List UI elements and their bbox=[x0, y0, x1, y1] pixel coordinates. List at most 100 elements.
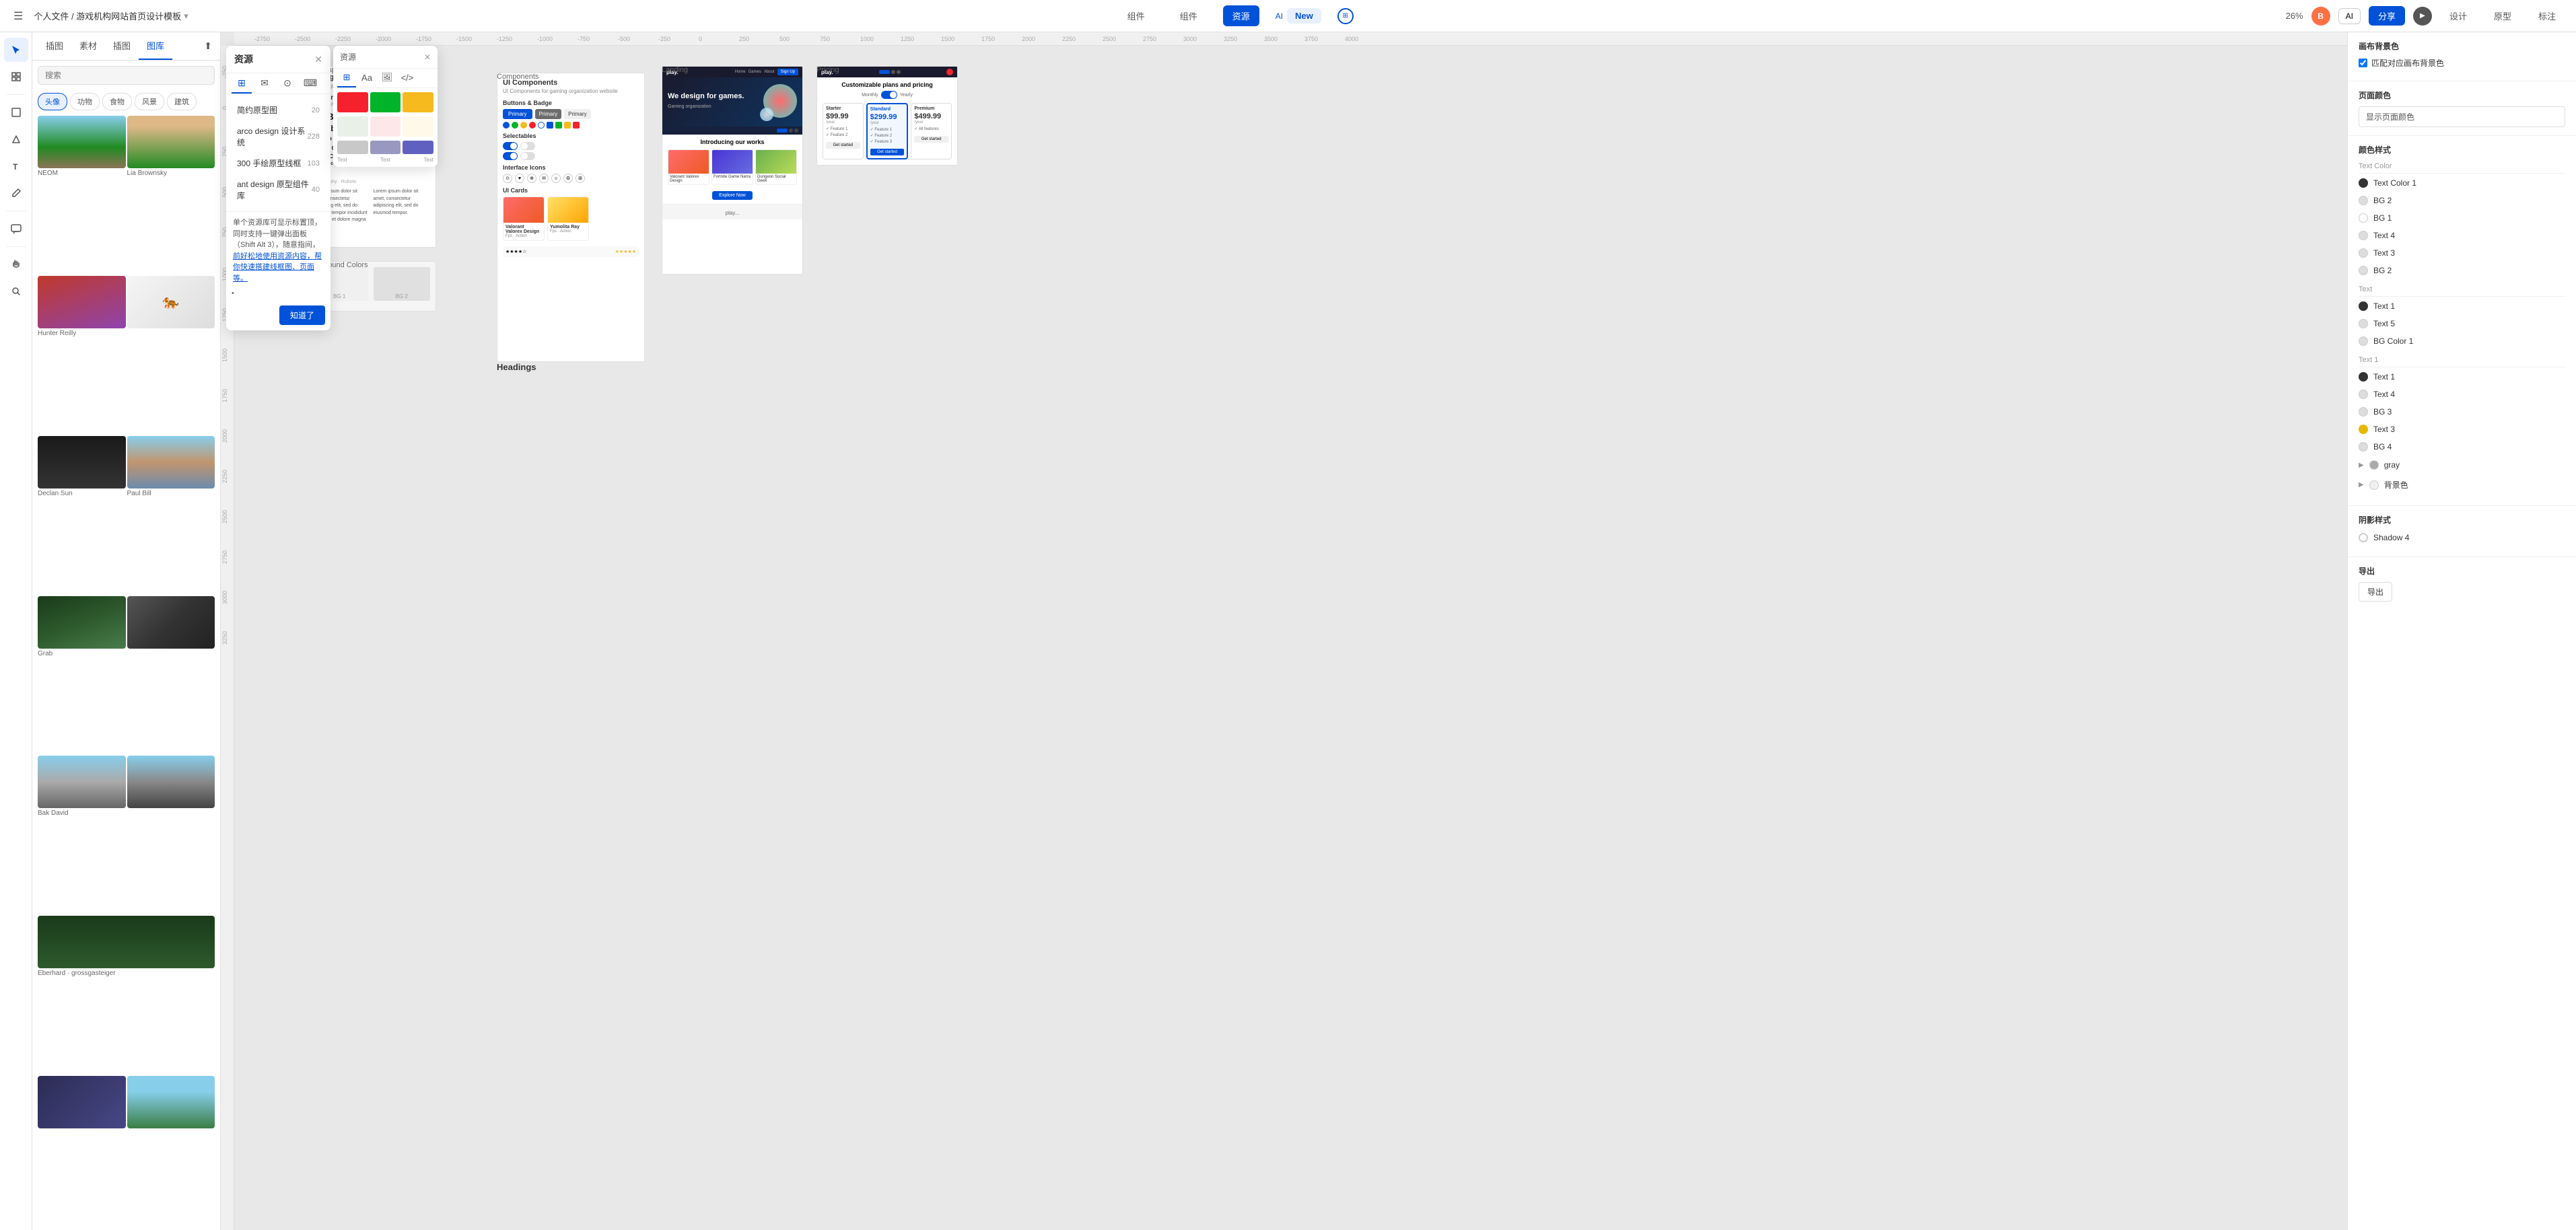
asset-sub-tab-component[interactable]: ⊞ bbox=[337, 69, 356, 87]
list-item[interactable]: Grab bbox=[38, 596, 126, 755]
icon-1[interactable]: ⊙ bbox=[503, 174, 512, 183]
frame-tool[interactable] bbox=[4, 65, 28, 89]
plan-btn-premium[interactable]: Get started bbox=[914, 136, 948, 143]
res-item-3[interactable]: ant design 原型组件库 40 bbox=[232, 174, 325, 206]
text-tool[interactable]: T bbox=[4, 154, 28, 178]
res-desc-link[interactable]: 前好松地使用资源内容，帮你快速搭建线框图、页面等。 bbox=[233, 252, 322, 283]
style-row-shadow-4[interactable]: Shadow 4 bbox=[2359, 531, 2565, 544]
icon-5[interactable]: ☺ bbox=[551, 174, 561, 183]
list-item[interactable]: Eberhard · grossgasteiger bbox=[38, 916, 215, 1075]
style-row-text-1[interactable]: Text 1 bbox=[2359, 299, 2565, 313]
icon-3[interactable]: ⊕ bbox=[527, 174, 536, 183]
list-item[interactable] bbox=[127, 1076, 215, 1227]
mini-btn-secondary[interactable]: Primary bbox=[535, 109, 562, 119]
cat-building[interactable]: 建筑 bbox=[167, 93, 197, 110]
res-item-0[interactable]: 简约原型图 20 bbox=[232, 100, 325, 120]
res-item-2[interactable]: 300 手绘原型线框 103 bbox=[232, 153, 325, 174]
switch-off[interactable] bbox=[520, 142, 535, 150]
res-close-btn[interactable]: ✕ bbox=[314, 54, 322, 65]
res-tab-image[interactable]: ⊙ bbox=[277, 73, 298, 94]
export-button[interactable]: 导出 bbox=[2359, 582, 2392, 602]
switch-off-2[interactable] bbox=[520, 152, 535, 160]
comment-tool[interactable] bbox=[4, 217, 28, 241]
style-row-text-color-1[interactable]: Text Color 1 bbox=[2359, 176, 2565, 190]
list-item[interactable]: Declan Sun bbox=[38, 436, 126, 595]
tab-illustrations[interactable]: 插图 bbox=[38, 32, 71, 60]
res-tab-component[interactable]: ⊞ bbox=[232, 73, 252, 94]
prototype-tab[interactable]: 原型 bbox=[2484, 5, 2521, 26]
inspect-tab[interactable]: 标注 bbox=[2529, 5, 2565, 26]
select-tool[interactable] bbox=[4, 38, 28, 62]
res-tab-code[interactable]: ⌨ bbox=[300, 73, 320, 94]
style-row-bg-3[interactable]: BG 3 bbox=[2359, 405, 2565, 419]
list-item[interactable]: Bak David bbox=[38, 756, 126, 914]
shape-tool[interactable] bbox=[4, 100, 28, 124]
style-row-text-3b[interactable]: Text 3 bbox=[2359, 423, 2565, 436]
tab-materials[interactable]: 组件 bbox=[1171, 5, 1207, 26]
explore-btn[interactable]: Explore Now bbox=[712, 191, 753, 200]
pencil-tool[interactable] bbox=[4, 181, 28, 205]
tab-resources[interactable]: 资源 bbox=[1223, 5, 1259, 26]
menu-icon[interactable]: ☰ bbox=[8, 7, 28, 26]
switch-on[interactable] bbox=[503, 142, 518, 150]
resource-toggle-icon[interactable]: ⊞ bbox=[1337, 8, 1354, 24]
list-item[interactable] bbox=[127, 756, 215, 914]
mini-btn-primary[interactable]: Primary bbox=[503, 109, 532, 119]
pricing-toggle-switch[interactable] bbox=[881, 91, 897, 99]
pen-tool[interactable] bbox=[4, 127, 28, 151]
style-row-text-4b[interactable]: Text 4 bbox=[2359, 388, 2565, 401]
landing-cta-btn[interactable]: Sign Up bbox=[777, 69, 798, 75]
style-row-bg-2b[interactable]: BG 2 bbox=[2359, 264, 2565, 277]
breadcrumb-arrow[interactable]: ▾ bbox=[184, 11, 188, 22]
asset-sub-tab-text[interactable]: Aa bbox=[357, 69, 376, 87]
style-row-bg-2[interactable]: BG 2 bbox=[2359, 194, 2565, 207]
asset-sub-tab-image[interactable]: 🖼 bbox=[378, 69, 396, 87]
tab-icons[interactable]: 插图 bbox=[105, 32, 139, 60]
cat-avatar[interactable]: 头像 bbox=[38, 93, 67, 110]
hand-tool[interactable] bbox=[4, 252, 28, 277]
zoom-tool[interactable] bbox=[4, 279, 28, 303]
icon-4[interactable]: ✉ bbox=[539, 174, 549, 183]
design-tab[interactable]: 设计 bbox=[2440, 5, 2476, 26]
tab-materials[interactable]: 素材 bbox=[71, 32, 105, 60]
list-item[interactable]: NEOM bbox=[38, 116, 126, 275]
cat-scenery[interactable]: 风景 bbox=[135, 93, 164, 110]
res-confirm-btn[interactable]: 知道了 bbox=[279, 305, 325, 325]
mini-btn-tertiary[interactable]: Primary bbox=[564, 109, 591, 119]
tab-components[interactable]: 组件 bbox=[1118, 5, 1154, 26]
list-item[interactable] bbox=[38, 1076, 126, 1227]
match-canvas-checkbox[interactable] bbox=[2359, 59, 2367, 67]
asset-sub-close[interactable]: ✕ bbox=[424, 52, 431, 62]
cat-food[interactable]: 食物 bbox=[102, 93, 132, 110]
tab-gallery[interactable]: 图库 bbox=[139, 32, 172, 60]
list-item[interactable]: Hunter Reilly bbox=[38, 276, 126, 435]
style-row-bg-4[interactable]: BG 4 bbox=[2359, 440, 2565, 454]
icon-6[interactable]: ⚙ bbox=[563, 174, 573, 183]
zoom-display[interactable]: 26% bbox=[2286, 11, 2303, 21]
res-tab-text[interactable]: ✉ bbox=[254, 73, 275, 94]
list-item[interactable]: Paul Bill bbox=[127, 436, 215, 595]
plan-btn-standard[interactable]: Get started bbox=[870, 149, 905, 155]
style-row-text-3[interactable]: Text 3 bbox=[2359, 246, 2565, 260]
upload-icon[interactable]: ⬆ bbox=[204, 40, 212, 52]
style-row-text-5[interactable]: Text 5 bbox=[2359, 317, 2565, 330]
icon-7[interactable]: ⊞ bbox=[576, 174, 585, 183]
style-row-text-1b[interactable]: Text 1 bbox=[2359, 370, 2565, 384]
style-row-bg-1[interactable]: BG 1 bbox=[2359, 211, 2565, 225]
list-item[interactable] bbox=[127, 596, 215, 755]
res-item-1[interactable]: arco design 设计系统 228 bbox=[232, 120, 325, 153]
tab-new-badge[interactable]: New bbox=[1287, 8, 1321, 24]
style-row-gray[interactable]: ▶ gray bbox=[2359, 458, 2565, 472]
show-page-color-btn[interactable]: 显示页面颜色 bbox=[2359, 106, 2565, 127]
asset-sub-tab-code[interactable]: </> bbox=[398, 69, 417, 87]
cat-animal[interactable]: 功物 bbox=[70, 93, 100, 110]
style-row-bg-color-1[interactable]: BG Color 1 bbox=[2359, 334, 2565, 348]
style-row-bgcolor[interactable]: ▶ 背景色 bbox=[2359, 476, 2565, 493]
icon-2[interactable]: ♥ bbox=[515, 174, 524, 183]
list-item[interactable]: 🐅 bbox=[127, 276, 215, 435]
switch-on-2[interactable] bbox=[503, 152, 518, 160]
play-button[interactable]: ▶ bbox=[2413, 7, 2432, 26]
list-item[interactable]: Lia Brownsky bbox=[127, 116, 215, 275]
plan-btn-free[interactable]: Get started bbox=[826, 142, 860, 149]
style-row-text-4[interactable]: Text 4 bbox=[2359, 229, 2565, 242]
